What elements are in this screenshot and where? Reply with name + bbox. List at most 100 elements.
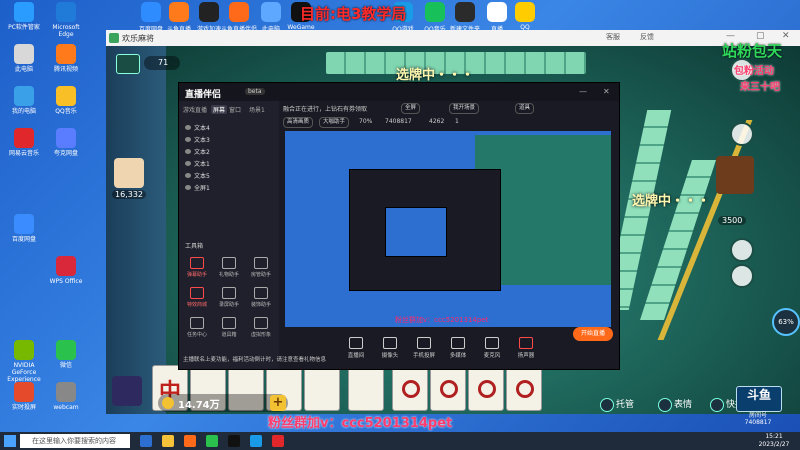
layer-item[interactable]: 全屏1 xyxy=(185,183,210,192)
tool-room-admin[interactable]: 房管助手 xyxy=(247,257,275,278)
desktop-icon-pc-manager[interactable]: PC软件管家 xyxy=(2,2,46,31)
danmaku-icon xyxy=(190,257,204,269)
menu-icon[interactable] xyxy=(730,264,754,288)
record-icon xyxy=(222,287,236,299)
douyu-taskbar-icon[interactable] xyxy=(184,435,196,447)
tab-screen[interactable]: 屏幕 xyxy=(211,105,228,114)
hand-tile[interactable] xyxy=(304,365,340,411)
eye-icon[interactable] xyxy=(185,173,191,178)
room-id-label: 房间号 7408817 xyxy=(744,412,772,426)
app-icon xyxy=(455,2,475,22)
player-right-avatar[interactable] xyxy=(716,156,754,194)
wechat-taskbar-icon[interactable] xyxy=(206,435,218,447)
leaf-icon[interactable] xyxy=(730,122,754,146)
phone-cast-button[interactable]: 手机投屏 xyxy=(407,337,441,359)
gift-icon xyxy=(222,257,236,269)
pill-fullscreen[interactable]: 全屏 xyxy=(401,103,421,114)
broadcaster-titlebar: 直播伴侣 beta — ✕ xyxy=(179,83,619,101)
broadcaster-stats-bar: 高清画质 大咖助手 70% 7408817 4262 1 xyxy=(279,115,619,129)
tab-scene[interactable]: 场景1 xyxy=(249,105,265,114)
assistant-selector[interactable]: 大咖助手 xyxy=(319,117,350,128)
desktop-icon-webcam[interactable]: webcam xyxy=(44,382,88,411)
media-icon xyxy=(451,337,465,349)
tool-danmaku[interactable]: 弹幕助手 xyxy=(183,257,211,278)
tool-effects[interactable]: 特效商城 xyxy=(183,287,211,308)
game-titlebar: 欢乐麻将 客服 反馈 — ▢ ✕ xyxy=(106,30,800,46)
layer-item[interactable]: 文本2 xyxy=(185,147,210,156)
quality-selector[interactable]: 高清画质 xyxy=(283,117,314,128)
auto-play-button[interactable]: 托管 xyxy=(600,397,634,412)
desktop-icon-screen-cast[interactable]: 实时投屏 xyxy=(2,382,46,411)
eye-icon[interactable] xyxy=(185,125,191,130)
app-taskbar-icon[interactable] xyxy=(228,435,240,447)
camera-button[interactable]: 摄像头 xyxy=(373,337,407,359)
exit-button[interactable] xyxy=(116,54,140,74)
app-taskbar-icon[interactable] xyxy=(250,435,262,447)
tool-tasks[interactable]: 任务中心 xyxy=(183,317,211,338)
desktop-icon-wps[interactable]: WPS Office xyxy=(44,256,88,285)
minimize-icon[interactable]: — xyxy=(579,87,587,96)
desktop-icon-top-11[interactable]: QQ xyxy=(506,2,544,31)
player-left-avatar[interactable] xyxy=(114,158,144,188)
close-icon[interactable]: ✕ xyxy=(603,87,610,96)
taskbar-search-input[interactable]: 在这里输入你要搜索的内容 xyxy=(20,434,130,448)
tool-avatar[interactable]: 虚拟形象 xyxy=(247,317,275,338)
live-room-button[interactable]: 直播间 xyxy=(339,337,373,359)
player-self-avatar[interactable] xyxy=(112,376,142,406)
windows-start-icon[interactable] xyxy=(4,435,16,447)
task-view-icon[interactable] xyxy=(140,435,152,447)
feedback-button[interactable]: 反馈 xyxy=(640,32,654,42)
desktop-icon-tencent-video[interactable]: 腾讯视频 xyxy=(44,44,88,73)
desktop-icon-edge[interactable]: Microsoft Edge xyxy=(44,2,88,38)
desktop-icon-this-pc[interactable]: 此电脑 xyxy=(2,44,46,73)
source-tabs: 游戏直播 屏幕 窗口 场景1 xyxy=(183,105,275,117)
desktop-icon-wechat[interactable]: 微信 xyxy=(44,340,88,369)
emoji-icon xyxy=(658,397,672,412)
layer-item[interactable]: 文本5 xyxy=(185,171,210,180)
eye-icon[interactable] xyxy=(185,149,191,154)
file-explorer-icon[interactable] xyxy=(162,435,174,447)
desktop-icon-my-computer[interactable]: 我的电脑 xyxy=(2,86,46,115)
desktop-icon-geforce[interactable]: NVIDIA GeForce Experience xyxy=(2,340,46,383)
desktop-icon-qq-music[interactable]: QQ音乐 xyxy=(44,86,88,115)
desktop-icon-quark[interactable]: 夸克网盘 xyxy=(44,128,88,157)
tab-window[interactable]: 窗口 xyxy=(229,105,241,114)
tool-gift[interactable]: 礼物助手 xyxy=(215,257,243,278)
customer-service-button[interactable]: 客服 xyxy=(606,32,620,42)
close-icon[interactable]: ✕ xyxy=(782,31,790,41)
layer-item[interactable]: 文本4 xyxy=(185,123,210,132)
tool-record[interactable]: 录屏助手 xyxy=(215,287,243,308)
eye-icon[interactable] xyxy=(185,137,191,142)
layer-item[interactable]: 文本1 xyxy=(185,159,210,168)
tab-game-live[interactable]: 游戏直播 xyxy=(183,105,207,114)
hand-tile[interactable] xyxy=(348,365,384,411)
layer-item[interactable]: 文本3 xyxy=(185,135,210,144)
speaker-button[interactable]: 扬声器 xyxy=(509,337,543,359)
media-button[interactable]: 多媒体 xyxy=(441,337,475,359)
hand-tile[interactable] xyxy=(430,365,466,411)
eye-icon[interactable] xyxy=(185,161,191,166)
start-live-button[interactable]: 开始直播 xyxy=(573,327,613,341)
hand-tile[interactable] xyxy=(506,365,542,411)
stream-banner-text: 目前:电3教学局 xyxy=(300,5,407,23)
hand-tile[interactable] xyxy=(468,365,504,411)
desktop-icon-netease-music[interactable]: 网易云音乐 xyxy=(2,128,46,157)
eye-icon[interactable] xyxy=(185,185,191,190)
hand-tile[interactable] xyxy=(392,365,428,411)
tool-props[interactable]: 道具箱 xyxy=(215,317,243,338)
tool-decor[interactable]: 装饰助手 xyxy=(247,287,275,308)
emoji-button[interactable]: 表情 xyxy=(658,397,692,412)
app-icon xyxy=(14,214,34,234)
pill-props[interactable]: 道具 xyxy=(515,103,535,114)
taskbar-clock[interactable]: 15:21 2023/2/27 xyxy=(752,433,796,449)
dollar-icon[interactable] xyxy=(730,238,754,262)
desktop-icon-baidu-pan[interactable]: 百度网盘 xyxy=(2,214,46,243)
app-taskbar-icon[interactable] xyxy=(272,435,284,447)
player-left-score: 16,332 xyxy=(112,190,146,199)
coin-amount: 14.74万 xyxy=(178,400,220,411)
coin-icon xyxy=(162,397,174,409)
live-room-icon xyxy=(349,337,363,349)
add-coins-button[interactable]: + xyxy=(270,395,286,411)
pill-scene[interactable]: 我开场景 xyxy=(449,103,480,114)
microphone-button[interactable]: 麦克风 xyxy=(475,337,509,359)
